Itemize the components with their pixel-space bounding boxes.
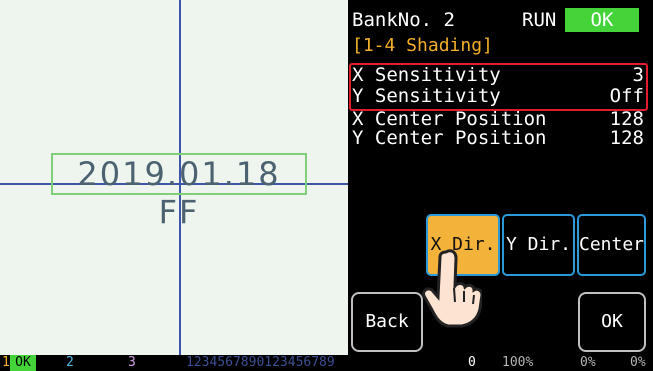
status-bar: 1 OK 2 3 1234567890123456789 0 100% 0% 0…	[0, 355, 653, 371]
highlight-frame	[349, 63, 648, 111]
percent-1: 100%	[502, 355, 534, 370]
param-label: Y Center Position	[352, 127, 547, 149]
back-button[interactable]: Back	[351, 292, 423, 352]
counter-display: 1234567890123456789	[186, 355, 335, 370]
center-button[interactable]: Center	[577, 214, 646, 276]
inspection-region-text: 2019.01.18 FF	[51, 153, 307, 231]
bank2-number: 2	[66, 355, 74, 370]
run-status: RUN	[522, 9, 557, 31]
bank1-ok-badge: OK	[10, 355, 36, 371]
percent-2: 0%	[580, 355, 596, 370]
bank-number: BankNo. 2	[352, 9, 455, 31]
ok-button[interactable]: OK	[578, 292, 646, 352]
ok-status-badge: OK	[565, 8, 639, 32]
bank3-number: 3	[128, 355, 136, 370]
zero-value: 0	[468, 355, 476, 370]
param-value: 128	[609, 127, 644, 149]
param-row-y-center[interactable]: Y Center Position 128	[352, 129, 644, 148]
bank1-number: 1	[2, 355, 10, 370]
percent-3: 0%	[630, 355, 646, 370]
page-title: [1-4 Shading]	[352, 35, 493, 56]
y-dir-button[interactable]: Y Dir.	[502, 214, 575, 276]
pointing-hand-icon	[422, 249, 482, 328]
